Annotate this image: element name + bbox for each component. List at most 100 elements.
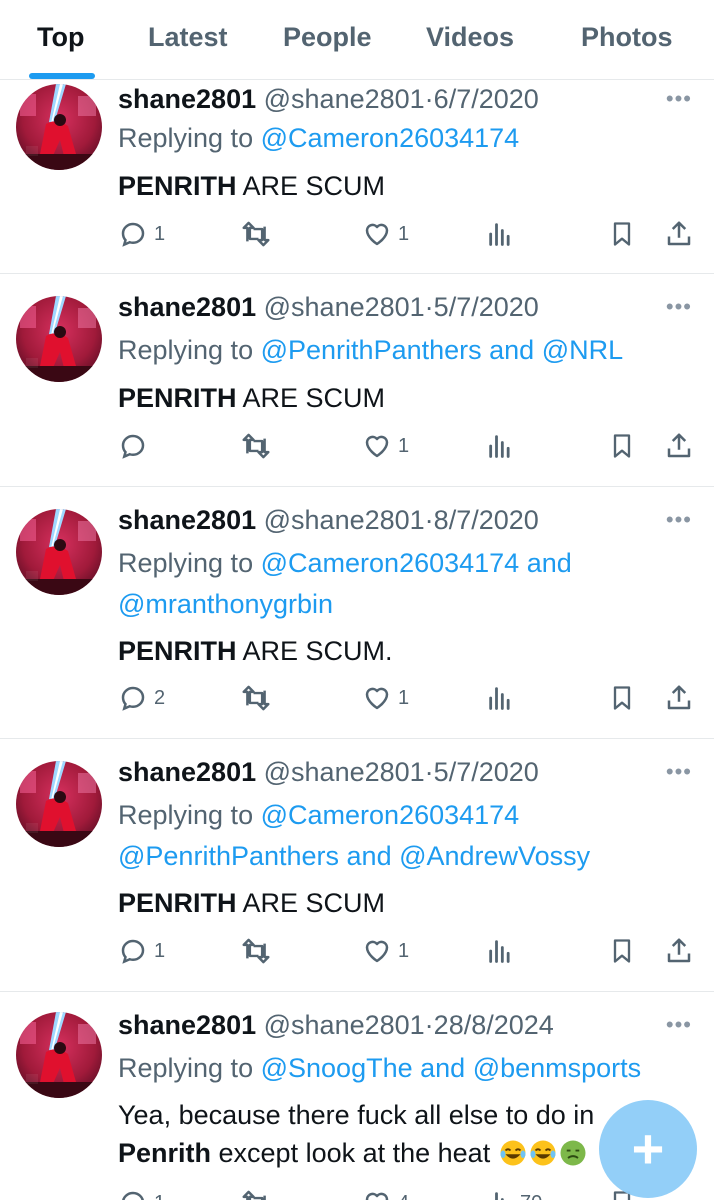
heart-icon <box>365 1192 389 1200</box>
replying-to: Replying to @Cameron26034174 and @mranth… <box>118 543 684 625</box>
share-icon <box>667 938 691 963</box>
reply-button[interactable]: 1 <box>118 1185 165 1200</box>
tab-photos[interactable]: Photos <box>581 22 673 53</box>
handle[interactable]: @shane2801 <box>264 84 425 114</box>
reply-button[interactable]: 1 <box>118 216 165 252</box>
views-button[interactable] <box>486 933 520 969</box>
handle[interactable]: @shane2801 <box>264 505 425 535</box>
mention-link[interactable]: @Cameron26034174 <box>261 123 520 153</box>
bookmark-button[interactable] <box>608 428 636 464</box>
share-button[interactable] <box>664 216 694 252</box>
username[interactable]: shane2801 <box>118 505 256 535</box>
retweet-button[interactable] <box>240 428 278 464</box>
avatar[interactable] <box>16 296 102 382</box>
retweet-button[interactable] <box>240 680 278 716</box>
like-button[interactable]: 1 <box>362 428 409 464</box>
tweet-date[interactable]: 5/7/2020 <box>434 757 539 787</box>
views-button[interactable] <box>486 680 520 716</box>
views-button[interactable] <box>486 428 520 464</box>
reply-icon <box>122 1191 144 1200</box>
like-count: 1 <box>398 222 410 245</box>
retweet-button[interactable] <box>240 933 278 969</box>
like-button[interactable]: 1 <box>362 216 409 252</box>
like-button[interactable]: 1 <box>362 933 409 969</box>
handle[interactable]: @shane2801 <box>264 757 425 787</box>
mention-and: and <box>339 841 400 871</box>
handle[interactable]: @shane2801 <box>264 292 425 322</box>
tab-latest[interactable]: Latest <box>148 22 228 53</box>
retweet-button[interactable] <box>240 1185 278 1200</box>
avatar[interactable] <box>16 509 102 595</box>
views-button[interactable]: 70 <box>486 1185 542 1200</box>
bookmark-button[interactable] <box>608 680 636 716</box>
separator-dot: · <box>424 292 434 322</box>
more-icon[interactable]: ••• <box>666 759 692 785</box>
username[interactable]: shane2801 <box>118 757 256 787</box>
tweet-actions: 2 1 <box>0 680 714 716</box>
mention-link[interactable]: @SnoogThe <box>261 1053 413 1083</box>
heart-icon <box>365 687 389 710</box>
bookmark-button[interactable] <box>608 933 636 969</box>
bookmark-button[interactable] <box>608 216 636 252</box>
reply-button[interactable] <box>118 428 154 464</box>
tweet-date[interactable]: 6/7/2020 <box>434 84 539 114</box>
reply-count: 1 <box>154 222 166 245</box>
separator-dot: · <box>424 1010 434 1040</box>
avatar[interactable] <box>16 761 102 847</box>
reply-button[interactable]: 1 <box>118 933 165 969</box>
tweet-text: PENRITH ARE SCUM <box>118 379 684 417</box>
tab-videos[interactable]: Videos <box>426 22 514 53</box>
avatar[interactable] <box>16 1012 102 1098</box>
tweet-header: shane2801 @shane2801·5/7/2020 <box>118 292 634 323</box>
more-icon[interactable]: ••• <box>666 507 692 533</box>
mention-link[interactable]: @mranthonygrbin <box>118 589 333 619</box>
tweet-actions: 1 1 <box>0 216 714 252</box>
mention-link[interactable]: @PenrithPanthers <box>118 841 339 871</box>
reply-count: 1 <box>154 939 166 962</box>
views-button[interactable] <box>486 216 520 252</box>
retweet-button[interactable] <box>240 216 278 252</box>
tab-top[interactable]: Top <box>37 22 84 53</box>
separator-dot: · <box>424 84 434 114</box>
tweet-text: PENRITH ARE SCUM. <box>118 632 684 670</box>
like-button[interactable]: 4 <box>362 1185 409 1200</box>
username[interactable]: shane2801 <box>118 292 256 322</box>
avatar[interactable] <box>16 84 102 170</box>
mention-link[interactable]: @Cameron26034174 <box>261 548 520 578</box>
retweet-icon <box>242 1190 266 1200</box>
more-icon[interactable]: ••• <box>666 1012 692 1038</box>
tweet-date[interactable]: 5/7/2020 <box>434 292 539 322</box>
tweet-date[interactable]: 28/8/2024 <box>434 1010 554 1040</box>
bookmark-icon <box>613 686 631 710</box>
mention-link[interactable]: @AndrewVossy <box>399 841 590 871</box>
mention-link[interactable]: @benmsports <box>473 1053 641 1083</box>
share-button[interactable] <box>664 933 694 969</box>
tweet[interactable]: shane2801 @shane2801·8/7/2020 ••• Replyi… <box>0 487 714 739</box>
like-button[interactable]: 1 <box>362 680 409 716</box>
share-button[interactable] <box>664 680 694 716</box>
username[interactable]: shane2801 <box>118 84 256 114</box>
compose-button[interactable]: + <box>599 1100 697 1198</box>
username[interactable]: shane2801 <box>118 1010 256 1040</box>
tweet-text: Yea, because there fuck all else to do i… <box>118 1096 684 1178</box>
more-icon[interactable]: ••• <box>666 294 692 320</box>
more-icon[interactable]: ••• <box>666 86 692 112</box>
reply-button[interactable]: 2 <box>118 680 165 716</box>
handle[interactable]: @shane2801 <box>264 1010 425 1040</box>
tweet[interactable]: shane2801 @shane2801·6/7/2020 ••• Replyi… <box>0 80 714 274</box>
replying-to: Replying to @PenrithPanthers and @NRL <box>118 330 684 371</box>
bookmark-icon <box>613 434 631 458</box>
mention-link[interactable]: @PenrithPanthers <box>261 335 482 365</box>
separator-dot: · <box>424 505 434 535</box>
retweet-icon <box>242 221 270 247</box>
like-count: 1 <box>398 434 410 457</box>
tweet[interactable]: shane2801 @shane2801·5/7/2020 ••• Replyi… <box>0 739 714 992</box>
tweet[interactable]: shane2801 @shane2801·5/7/2020 ••• Replyi… <box>0 274 714 487</box>
mention-link[interactable]: @NRL <box>542 335 623 365</box>
share-button[interactable] <box>664 428 694 464</box>
like-count: 1 <box>398 939 410 962</box>
tab-people[interactable]: People <box>283 22 372 53</box>
search-tabs: Top Latest People Videos Photos <box>0 0 714 80</box>
mention-link[interactable]: @Cameron26034174 <box>261 800 520 830</box>
tweet-date[interactable]: 8/7/2020 <box>434 505 539 535</box>
